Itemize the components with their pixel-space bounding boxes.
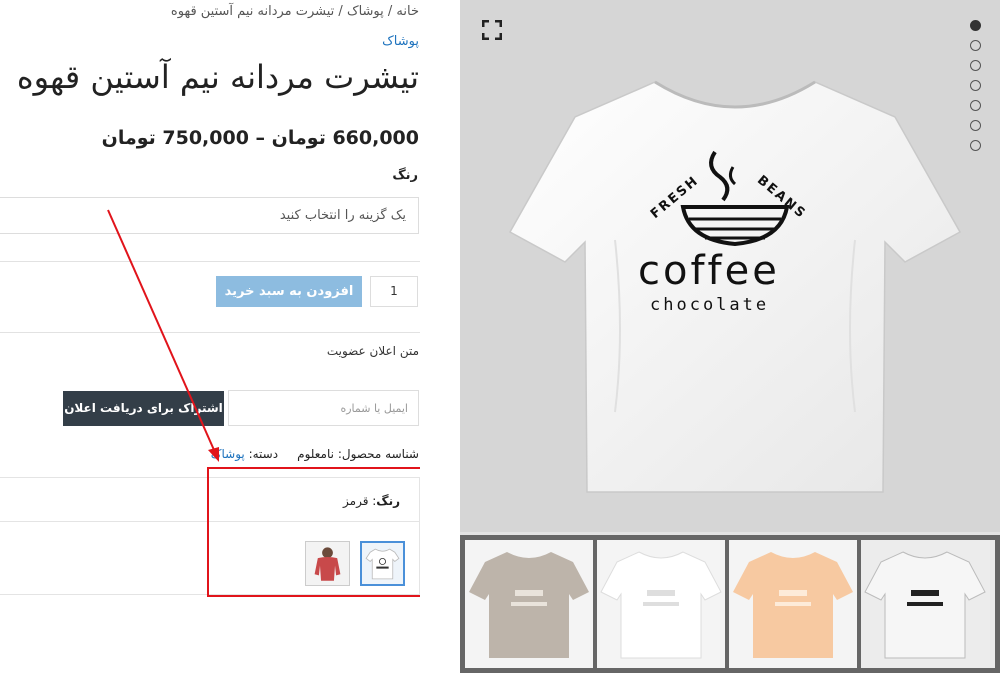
fullscreen-icon[interactable] [482,20,502,40]
print-main-text: coffee [638,248,780,294]
thumbnail-white[interactable] [597,540,725,668]
tshirt-thumb-icon [733,552,853,658]
main-product-image[interactable]: FRESH BEANS coffee chocolate [460,0,1000,532]
thumbnail-peach[interactable] [729,540,857,668]
gallery-dot-2[interactable] [970,40,981,51]
annotation-arrow [107,209,219,462]
gallery-dot-5[interactable] [970,100,981,111]
product-gallery: FRESH BEANS coffee chocolate [460,0,1000,673]
gallery-dot-4[interactable] [970,80,981,91]
gallery-dot-7[interactable] [970,140,981,151]
tshirt-thumb-icon [469,552,589,658]
gallery-dot-3[interactable] [970,60,981,71]
thumbnail-grey[interactable] [465,540,593,668]
print-sub-text: chocolate [650,295,770,315]
tshirt-thumb-icon [864,551,986,659]
gallery-dot-6[interactable] [970,120,981,131]
tshirt-thumb-icon [600,551,722,659]
gallery-dot-1[interactable] [970,20,981,31]
gallery-thumbnails [460,535,1000,673]
gallery-dots [970,20,982,160]
thumbnail-white-dark-print[interactable] [861,540,995,668]
